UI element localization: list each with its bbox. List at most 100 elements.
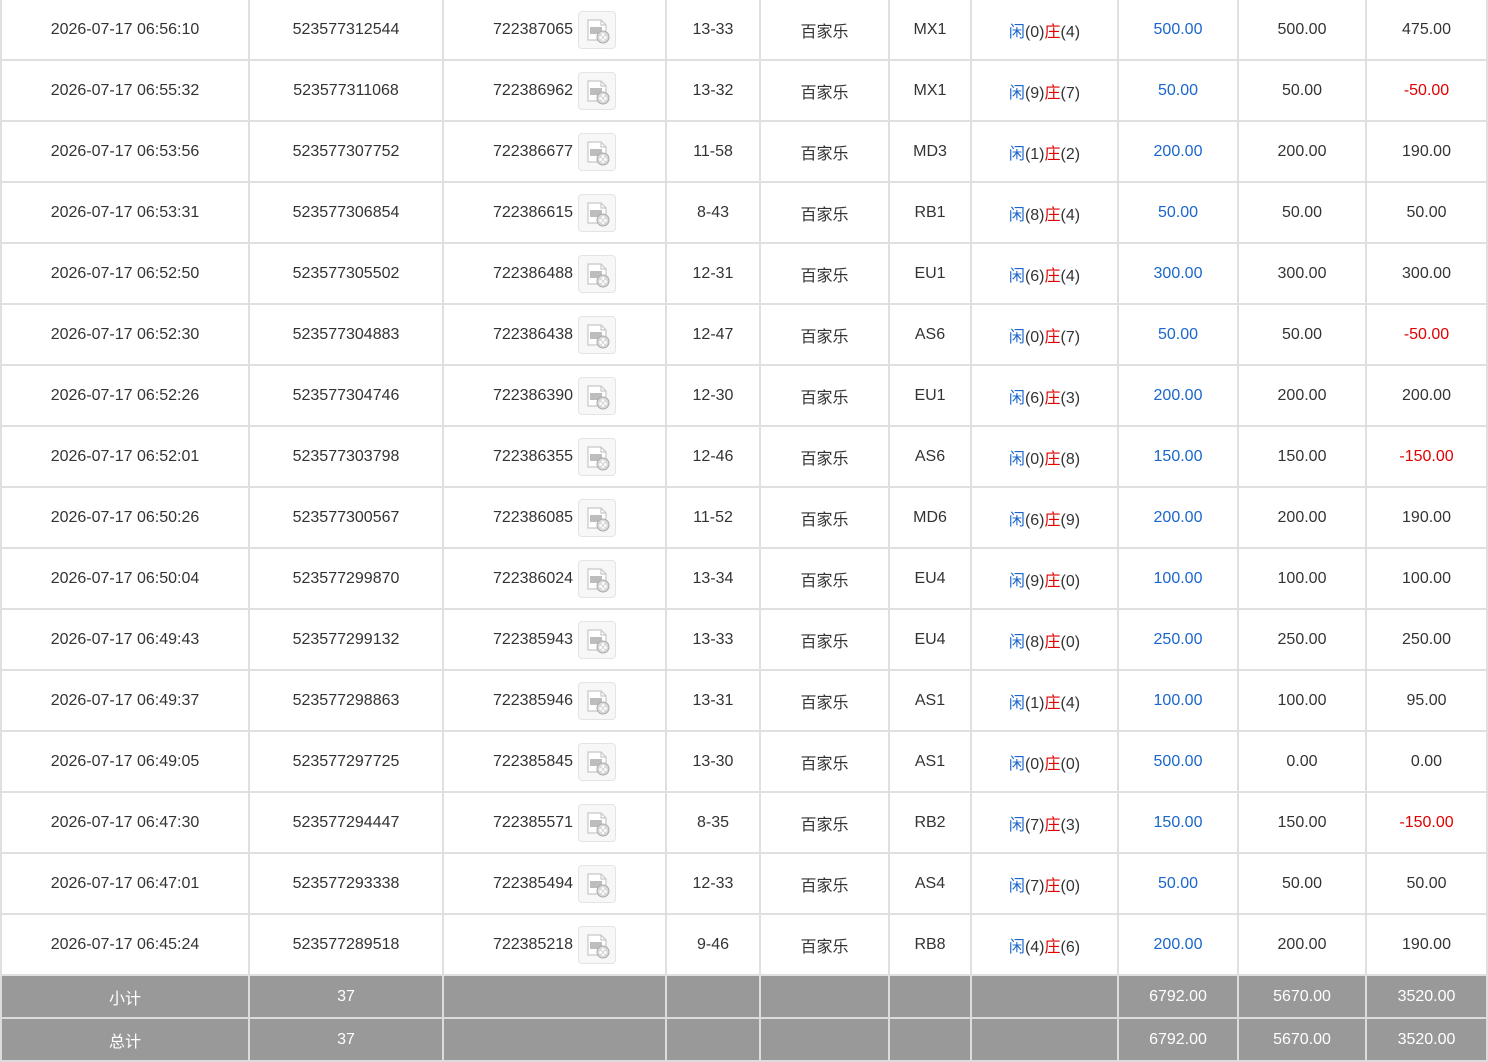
win-loss: 50.00: [1365, 181, 1488, 244]
win-loss: 190.00: [1365, 913, 1488, 976]
banker-label: 庄: [1044, 816, 1061, 834]
video-replay-icon[interactable]: [578, 71, 617, 110]
bet-amount[interactable]: 200.00: [1117, 913, 1239, 976]
round-number: 722385946: [492, 691, 574, 709]
shoe-hand: 12-46: [665, 425, 761, 488]
bet-amount[interactable]: 300.00: [1117, 242, 1239, 305]
video-replay-icon[interactable]: [578, 620, 617, 659]
bet-amount[interactable]: 50.00: [1117, 303, 1239, 366]
banker-points: (4): [1060, 206, 1081, 224]
bet-number: 523577307752: [248, 120, 444, 183]
video-replay-icon[interactable]: [578, 437, 617, 476]
game-type: 百家乐: [759, 120, 890, 183]
video-replay-icon[interactable]: [578, 864, 617, 903]
banker-label: 庄: [1044, 938, 1061, 956]
valid-bet: 100.00: [1237, 669, 1367, 732]
valid-bet: 200.00: [1237, 364, 1367, 427]
game-type: 百家乐: [759, 730, 890, 793]
round-number: 722387065: [492, 20, 574, 38]
video-replay-icon[interactable]: [578, 742, 617, 781]
banker-label: 庄: [1044, 23, 1061, 41]
player-label: 闲: [1008, 755, 1025, 773]
win-loss: 250.00: [1365, 608, 1488, 671]
table-row: 2026-07-17 06:49:05 523577297725 722385845…: [0, 730, 1488, 793]
bet-time: 2026-07-17 06:50:26: [0, 486, 250, 549]
shoe-hand: 13-32: [665, 59, 761, 122]
bet-amount[interactable]: 50.00: [1117, 59, 1239, 122]
player-points: (1): [1024, 145, 1045, 163]
video-replay-icon[interactable]: [578, 681, 617, 720]
table-row: 2026-07-17 06:56:10 523577312544 722387065…: [0, 0, 1488, 61]
bet-amount[interactable]: 100.00: [1117, 547, 1239, 610]
round-cell: 722386677: [442, 120, 667, 183]
valid-bet: 200.00: [1237, 913, 1367, 976]
banker-label: 庄: [1044, 145, 1061, 163]
bet-amount[interactable]: 50.00: [1117, 852, 1239, 915]
shoe-hand: 13-33: [665, 0, 761, 61]
game-type: 百家乐: [759, 608, 890, 671]
bet-amount[interactable]: 50.00: [1117, 181, 1239, 244]
win-loss: 190.00: [1365, 120, 1488, 183]
bet-amount[interactable]: 100.00: [1117, 669, 1239, 732]
game-type: 百家乐: [759, 181, 890, 244]
player-points: (7): [1024, 816, 1045, 834]
bet-number: 523577304746: [248, 364, 444, 427]
table-row: 2026-07-17 06:50:04 523577299870 722386024…: [0, 547, 1488, 610]
bet-number: 523577297725: [248, 730, 444, 793]
table-row: 2026-07-17 06:50:26 523577300567 722386085…: [0, 486, 1488, 549]
win-loss: 300.00: [1365, 242, 1488, 305]
table-code: RB1: [888, 181, 972, 244]
bet-amount[interactable]: 500.00: [1117, 0, 1239, 61]
banker-label: 庄: [1044, 267, 1061, 285]
table-code: EU1: [888, 242, 972, 305]
video-replay-icon[interactable]: [578, 193, 617, 232]
win-loss: -150.00: [1365, 791, 1488, 854]
video-replay-icon[interactable]: [578, 559, 617, 598]
video-replay-icon[interactable]: [578, 10, 617, 49]
shoe-hand: 13-33: [665, 608, 761, 671]
table-code: AS4: [888, 852, 972, 915]
banker-label: 庄: [1044, 389, 1061, 407]
round-number: 722385845: [492, 752, 574, 770]
bet-time: 2026-07-17 06:47:01: [0, 852, 250, 915]
win-loss: 0.00: [1365, 730, 1488, 793]
total-label: 总计: [0, 1017, 250, 1062]
game-type: 百家乐: [759, 425, 890, 488]
player-label: 闲: [1008, 389, 1025, 407]
table-row: 2026-07-17 06:52:26 523577304746 722386390…: [0, 364, 1488, 427]
video-replay-icon[interactable]: [578, 376, 617, 415]
video-replay-icon[interactable]: [578, 132, 617, 171]
valid-bet: 50.00: [1237, 59, 1367, 122]
round-number: 722385571: [492, 813, 574, 831]
win-loss: -150.00: [1365, 425, 1488, 488]
bet-amount[interactable]: 250.00: [1117, 608, 1239, 671]
result-cell: 闲(1)庄(2): [970, 120, 1119, 183]
subtotal-valid: 5670.00: [1237, 974, 1367, 1019]
bet-time: 2026-07-17 06:49:43: [0, 608, 250, 671]
video-replay-icon[interactable]: [578, 803, 617, 842]
table-body: 2026-07-17 06:56:10 523577312544 722387065…: [0, 0, 1488, 976]
bet-time: 2026-07-17 06:56:10: [0, 0, 250, 61]
round-number: 722386085: [492, 508, 574, 526]
bet-amount[interactable]: 200.00: [1117, 486, 1239, 549]
round-number: 722385494: [492, 874, 574, 892]
video-replay-icon[interactable]: [578, 315, 617, 354]
win-loss: 50.00: [1365, 852, 1488, 915]
video-replay-icon[interactable]: [578, 254, 617, 293]
banker-label: 庄: [1044, 633, 1061, 651]
valid-bet: 300.00: [1237, 242, 1367, 305]
bet-amount[interactable]: 150.00: [1117, 425, 1239, 488]
table-row: 2026-07-17 06:52:50 523577305502 722386488…: [0, 242, 1488, 305]
round-cell: 722385946: [442, 669, 667, 732]
bet-amount[interactable]: 200.00: [1117, 120, 1239, 183]
bet-amount[interactable]: 150.00: [1117, 791, 1239, 854]
round-number: 722386024: [492, 569, 574, 587]
banker-points: (0): [1060, 572, 1081, 590]
banker-points: (4): [1060, 267, 1081, 285]
game-type: 百家乐: [759, 486, 890, 549]
video-replay-icon[interactable]: [578, 498, 617, 537]
bet-amount[interactable]: 200.00: [1117, 364, 1239, 427]
bet-amount[interactable]: 500.00: [1117, 730, 1239, 793]
round-cell: 722385571: [442, 791, 667, 854]
video-replay-icon[interactable]: [578, 925, 617, 964]
